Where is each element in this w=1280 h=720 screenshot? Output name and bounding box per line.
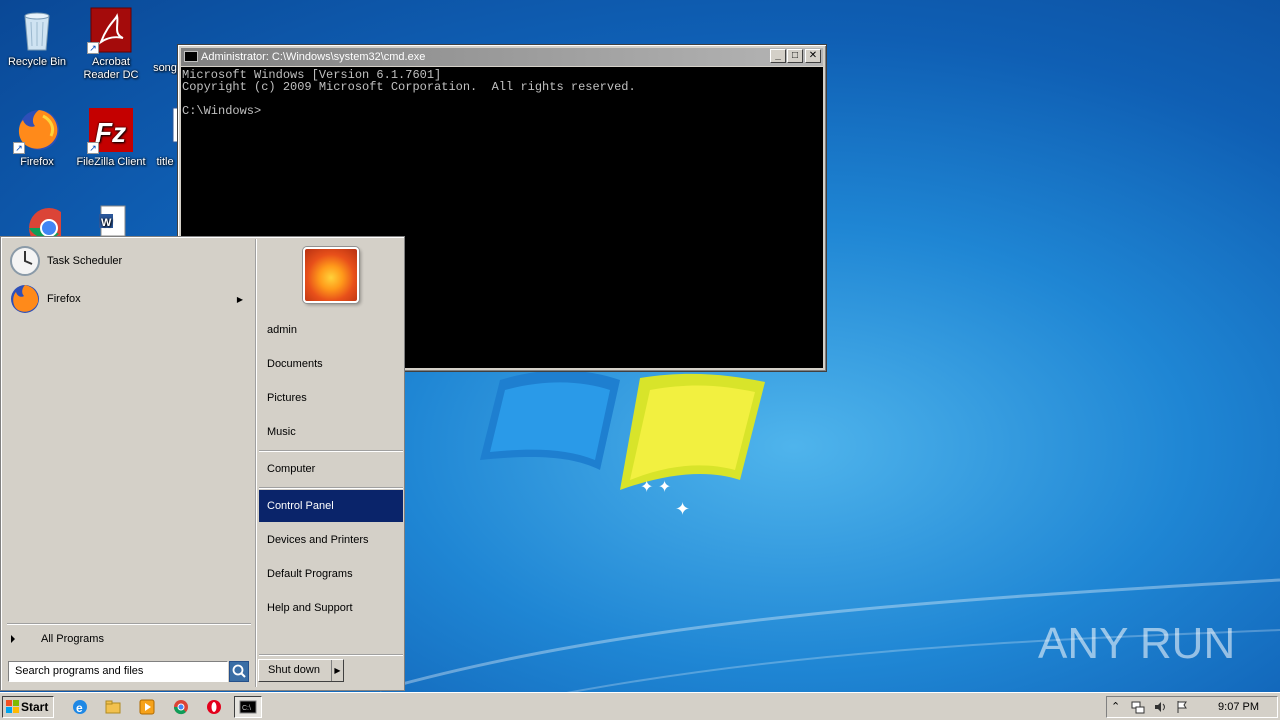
divider bbox=[259, 654, 403, 656]
link-devices-and-printers[interactable]: Devices and Printers bbox=[259, 524, 403, 556]
folder-icon[interactable] bbox=[104, 698, 122, 716]
program-label: Firefox bbox=[47, 293, 81, 305]
minimize-button[interactable]: _ bbox=[770, 49, 786, 63]
start-label: Start bbox=[21, 700, 49, 714]
firefox-icon bbox=[9, 283, 41, 315]
acrobat-icon: ↗ bbox=[87, 6, 135, 54]
link-admin[interactable]: admin bbox=[259, 314, 403, 346]
link-control-panel[interactable]: Control Panel bbox=[259, 490, 403, 522]
start-button[interactable]: Start bbox=[2, 696, 54, 718]
user-avatar[interactable] bbox=[303, 247, 359, 303]
desktop-icon-firefox[interactable]: ↗ Firefox bbox=[0, 106, 74, 169]
shutdown-button[interactable]: Shut down ▶ bbox=[258, 659, 344, 682]
opera-icon[interactable] bbox=[205, 698, 223, 716]
taskbar-cmd-button[interactable]: C:\ bbox=[234, 696, 262, 718]
search-button[interactable] bbox=[229, 661, 249, 682]
cmd-icon bbox=[184, 51, 198, 62]
svg-text:ANY RUN: ANY RUN bbox=[1038, 619, 1235, 668]
shutdown-label: Shut down bbox=[268, 664, 320, 676]
recycle-bin-icon bbox=[13, 6, 61, 54]
file-icon bbox=[153, 6, 177, 54]
all-programs-label: All Programs bbox=[41, 633, 104, 645]
media-player-icon[interactable] bbox=[138, 698, 156, 716]
clock-icon bbox=[9, 245, 41, 277]
link-computer[interactable]: Computer bbox=[259, 453, 403, 485]
anyrun-watermark: ANY RUN bbox=[1038, 619, 1235, 668]
search-icon bbox=[232, 664, 246, 678]
program-task-scheduler[interactable]: Task Scheduler bbox=[9, 244, 249, 278]
divider bbox=[259, 450, 403, 452]
volume-icon[interactable] bbox=[1153, 700, 1167, 714]
word-doc-icon bbox=[153, 106, 188, 154]
svg-text:e: e bbox=[76, 701, 83, 715]
cmd-icon: C:\ bbox=[239, 700, 257, 714]
svg-text:✦: ✦ bbox=[675, 499, 690, 519]
desktop-icon-filezilla[interactable]: Fz ↗ FileZilla Client bbox=[74, 106, 148, 169]
submenu-arrow-icon: ▶ bbox=[236, 294, 243, 304]
divider bbox=[7, 623, 251, 625]
windows-flag-icon bbox=[6, 700, 19, 713]
cmd-title: Administrator: C:\Windows\system32\cmd.e… bbox=[201, 51, 426, 63]
divider bbox=[259, 487, 403, 489]
svg-text:C:\: C:\ bbox=[242, 705, 251, 712]
filezilla-icon: Fz ↗ bbox=[87, 106, 135, 154]
firefox-icon: ↗ bbox=[13, 106, 61, 154]
shortcut-arrow-icon: ↗ bbox=[87, 42, 99, 54]
clock[interactable]: 9:07 PM bbox=[1218, 697, 1259, 717]
desktop-icon-label: Acrobat Reader DC bbox=[83, 56, 139, 81]
desktop-icon-label: Firefox bbox=[20, 156, 54, 168]
windows-logo-wallpaper: ✦ ✦ ✦ bbox=[480, 370, 765, 519]
desktop-icon-acrobat[interactable]: ↗ Acrobat Reader DC bbox=[74, 6, 148, 82]
shortcut-arrow-icon: ↗ bbox=[13, 142, 25, 154]
arrow-right-icon bbox=[11, 635, 15, 644]
link-pictures[interactable]: Pictures bbox=[259, 382, 403, 414]
system-tray: ⌃ 9:07 PM bbox=[1106, 696, 1278, 718]
desktop-icon-label: FileZilla Client bbox=[76, 156, 146, 168]
svg-text:W: W bbox=[101, 217, 112, 229]
program-firefox[interactable]: Firefox ▶ bbox=[9, 282, 249, 316]
shutdown-options-button[interactable]: ▶ bbox=[331, 660, 343, 681]
action-center-flag-icon[interactable] bbox=[1175, 700, 1189, 714]
svg-text:✦ ✦: ✦ ✦ bbox=[640, 479, 671, 496]
shortcut-arrow-icon: ↗ bbox=[87, 142, 99, 154]
link-default-programs[interactable]: Default Programs bbox=[259, 558, 403, 590]
chrome-icon[interactable] bbox=[172, 698, 190, 716]
maximize-button[interactable]: □ bbox=[787, 49, 803, 63]
cmd-titlebar[interactable]: Administrator: C:\Windows\system32\cmd.e… bbox=[181, 48, 823, 66]
network-icon[interactable] bbox=[1131, 700, 1145, 714]
link-music[interactable]: Music bbox=[259, 416, 403, 448]
close-button[interactable]: ✕ bbox=[805, 49, 821, 63]
taskbar: Start e C:\ ⌃ 9:07 PM bbox=[0, 692, 1280, 720]
svg-text:Fz: Fz bbox=[95, 117, 126, 148]
desktop-icon-recycle-bin[interactable]: Recycle Bin bbox=[0, 6, 74, 69]
program-label: Task Scheduler bbox=[47, 255, 123, 267]
all-programs-button[interactable]: All Programs bbox=[11, 633, 104, 645]
divider bbox=[255, 239, 257, 687]
link-documents[interactable]: Documents bbox=[259, 348, 403, 380]
console-prompt: C:\Windows> bbox=[182, 104, 262, 118]
search-input[interactable]: Search programs and files bbox=[8, 661, 228, 682]
start-menu: Task Scheduler Firefox ▶ All Programs Se… bbox=[0, 236, 405, 691]
internet-explorer-icon[interactable]: e bbox=[71, 698, 89, 716]
show-hidden-icons-icon[interactable]: ⌃ bbox=[1111, 700, 1125, 714]
desktop-icon-label: Recycle Bin bbox=[7, 56, 67, 68]
console-line: Copyright (c) 2009 Microsoft Corporation… bbox=[182, 80, 636, 94]
link-help-and-support[interactable]: Help and Support bbox=[259, 592, 403, 624]
